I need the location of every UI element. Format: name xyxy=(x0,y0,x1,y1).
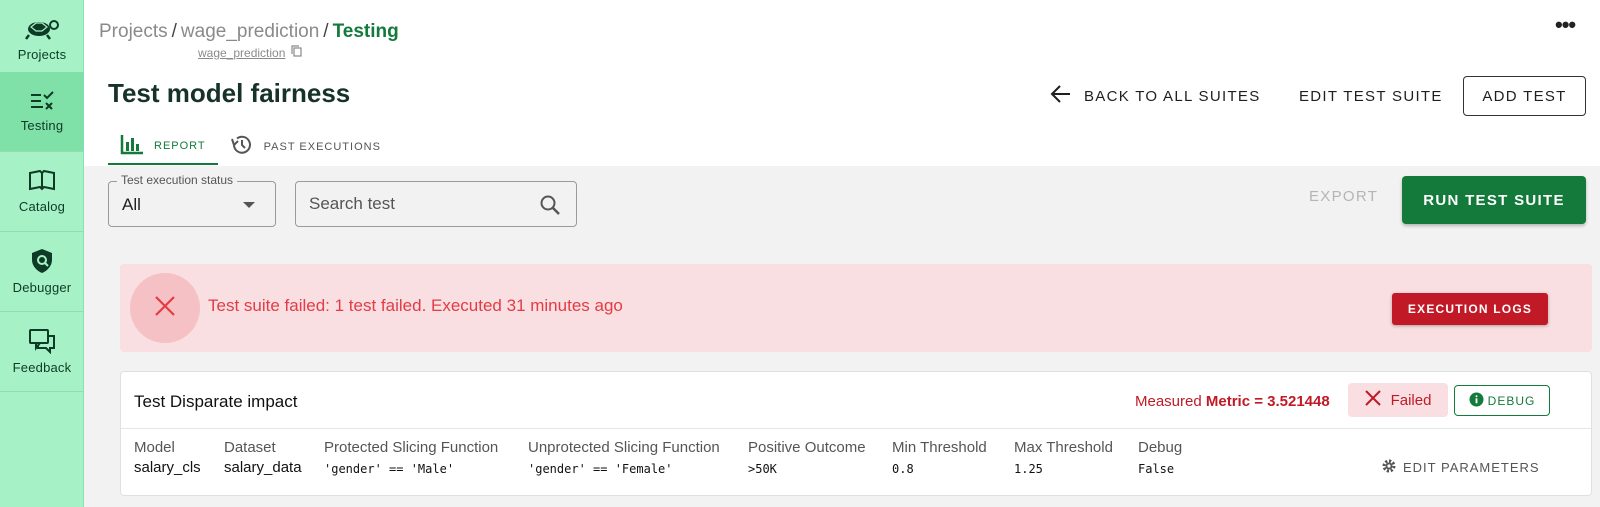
breadcrumb-separator: / xyxy=(323,21,329,42)
edit-test-suite-button[interactable]: EDIT TEST SUITE xyxy=(1299,76,1443,116)
param-header: Debug xyxy=(1138,439,1183,456)
tab-label: PAST EXECUTIONS xyxy=(263,140,381,153)
edit-parameters-label: EDIT PARAMETERS xyxy=(1403,460,1540,475)
breadcrumb-project[interactable]: wage_prediction xyxy=(181,21,319,42)
param-dataset: Dataset salary_data xyxy=(224,439,302,476)
param-value: salary_cls xyxy=(134,459,201,476)
measured-metric: Measured Metric = 3.521448 xyxy=(1135,393,1330,410)
test-title: Test Disparate impact xyxy=(134,392,298,411)
param-max-threshold: Max Threshold 1.25 xyxy=(1014,439,1113,476)
search-test-box xyxy=(295,181,577,227)
gear-icon xyxy=(1381,458,1397,477)
param-header: Model xyxy=(134,439,175,456)
sidebar-item-label: Projects xyxy=(17,47,67,62)
chat-bubbles-icon xyxy=(28,328,56,354)
execution-logs-button[interactable]: EXECUTION LOGS xyxy=(1392,293,1548,325)
execution-status-select[interactable]: Test execution status All xyxy=(108,173,276,227)
param-unprotected-slicing: Unprotected Slicing Function 'gender' ==… xyxy=(528,439,720,476)
debug-button[interactable]: DEBUG xyxy=(1454,385,1550,416)
tab-label: REPORT xyxy=(154,139,206,152)
measured-value: Metric = 3.521448 xyxy=(1205,393,1330,410)
sidebar-item-projects[interactable]: Projects xyxy=(0,0,84,80)
param-model: Model salary_cls xyxy=(134,439,201,476)
sidebar-item-catalog[interactable]: Catalog xyxy=(0,152,84,232)
close-icon xyxy=(153,294,177,323)
param-header: Min Threshold xyxy=(892,439,987,456)
bar-chart-icon xyxy=(120,133,144,158)
param-header: Positive Outcome xyxy=(748,439,866,456)
app-root: Projects Testing Catalog Debugger Feedba… xyxy=(0,0,1600,507)
status-badge: Failed xyxy=(1348,383,1448,417)
alert-message: Test suite failed: 1 test failed. Execut… xyxy=(208,296,623,315)
sidebar-item-debugger[interactable]: Debugger xyxy=(0,232,84,312)
tabs: REPORT PAST EXECUTIONS xyxy=(108,128,393,165)
param-value: 'gender' == 'Male' xyxy=(324,462,455,476)
status-select-legend: Test execution status xyxy=(117,173,238,187)
breadcrumb-projects[interactable]: Projects xyxy=(99,21,168,42)
measured-prefix: Measured xyxy=(1135,393,1202,410)
turtle-logo-icon xyxy=(23,17,61,41)
param-value: 1.25 xyxy=(1014,462,1043,476)
param-value: False xyxy=(1138,462,1175,476)
sidebar-item-label: Catalog xyxy=(18,199,66,214)
param-value: 'gender' == 'Female' xyxy=(528,462,673,476)
more-menu-button[interactable]: ••• xyxy=(1555,12,1576,38)
run-test-suite-button[interactable]: RUN TEST SUITE xyxy=(1402,176,1586,224)
book-icon xyxy=(28,169,56,193)
param-header: Max Threshold xyxy=(1014,439,1113,456)
history-icon xyxy=(230,133,254,160)
param-value: 0.8 xyxy=(892,462,914,476)
back-to-all-suites-button[interactable]: BACK TO ALL SUITES xyxy=(1050,76,1261,116)
edit-parameters-button[interactable]: EDIT PARAMETERS xyxy=(1381,458,1540,477)
sidebar-item-label: Testing xyxy=(20,118,64,133)
search-icon[interactable] xyxy=(539,194,561,221)
project-key-text: wage_prediction xyxy=(198,45,286,60)
debug-label: DEBUG xyxy=(1487,393,1536,408)
sidebar-item-testing[interactable]: Testing xyxy=(0,72,84,152)
export-button[interactable]: EXPORT xyxy=(1309,188,1378,205)
tab-past-executions[interactable]: PAST EXECUTIONS xyxy=(218,128,393,165)
close-icon xyxy=(1364,390,1381,410)
param-value: >50K xyxy=(748,462,777,476)
failure-alert: Test suite failed: 1 test failed. Execut… xyxy=(120,264,1592,352)
param-header: Unprotected Slicing Function xyxy=(528,439,720,456)
shield-search-icon xyxy=(30,248,54,274)
arrow-left-icon xyxy=(1050,84,1072,108)
sidebar-item-label: Debugger xyxy=(12,280,72,295)
param-header: Protected Slicing Function xyxy=(324,439,499,456)
breadcrumb-separator: / xyxy=(171,21,177,42)
report-content: Test execution status All EXPORT RUN TES… xyxy=(84,166,1600,507)
test-result-header: Test Disparate impact Measured Metric = … xyxy=(121,372,1591,429)
search-test-input[interactable] xyxy=(296,182,526,226)
caret-down-icon xyxy=(243,202,255,208)
breadcrumb: Projects / wage_prediction / Testing xyxy=(99,21,399,43)
add-test-button[interactable]: ADD TEST xyxy=(1463,76,1586,116)
copy-icon[interactable] xyxy=(291,45,303,60)
param-positive-outcome: Positive Outcome >50K xyxy=(748,439,866,476)
breadcrumb-current: Testing xyxy=(332,21,399,42)
tab-report[interactable]: REPORT xyxy=(108,128,218,165)
param-value: salary_data xyxy=(224,459,302,476)
param-protected-slicing: Protected Slicing Function 'gender' == '… xyxy=(324,439,498,476)
sidebar-item-feedback[interactable]: Feedback xyxy=(0,312,84,392)
status-select-value: All xyxy=(122,195,141,214)
param-debug: Debug False xyxy=(1138,439,1182,476)
sidebar-item-label: Feedback xyxy=(12,360,72,375)
back-label: BACK TO ALL SUITES xyxy=(1084,87,1261,105)
page-title: Test model fairness xyxy=(108,78,351,108)
param-min-threshold: Min Threshold 0.8 xyxy=(892,439,987,476)
test-result-card: Test Disparate impact Measured Metric = … xyxy=(120,371,1592,496)
error-circle xyxy=(130,273,200,343)
checklist-icon xyxy=(29,90,55,112)
project-key: wage_prediction xyxy=(198,45,303,60)
info-icon xyxy=(1469,392,1484,410)
param-header: Dataset xyxy=(224,439,276,456)
status-label: Failed xyxy=(1390,391,1432,409)
sidebar: Projects Testing Catalog Debugger Feedba… xyxy=(0,0,84,507)
